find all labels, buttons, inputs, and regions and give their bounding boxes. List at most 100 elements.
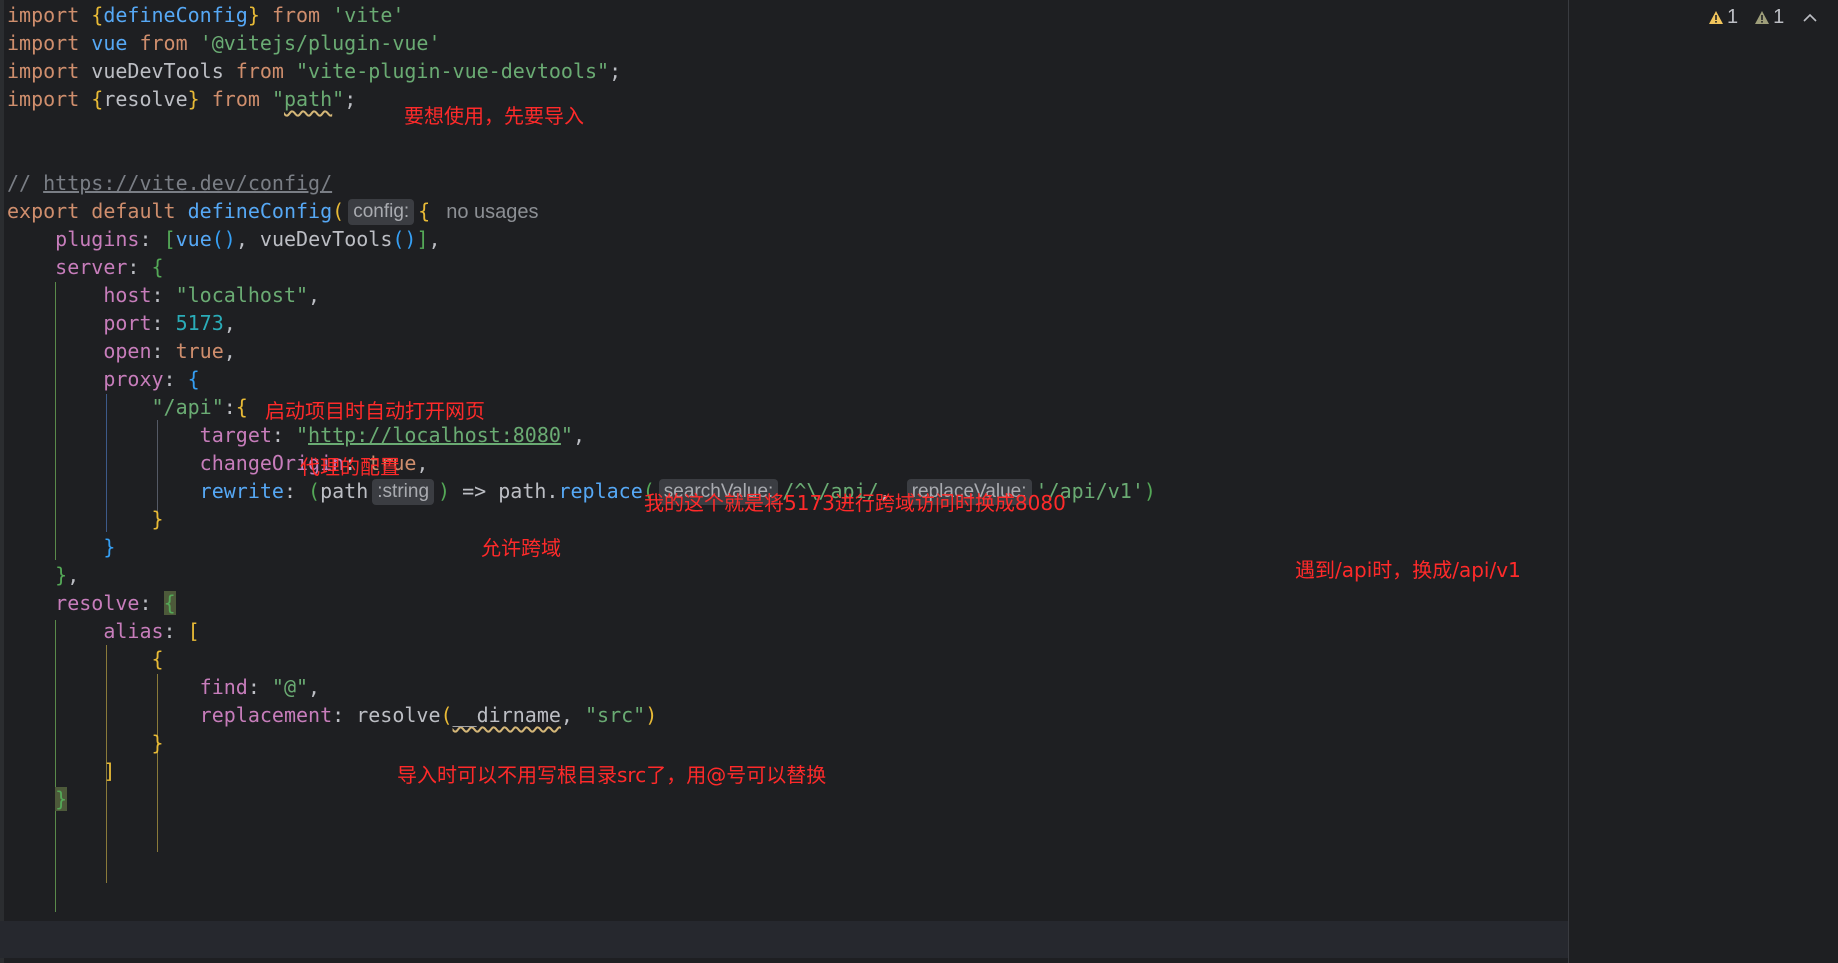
token: ] [103,759,116,783]
docs-link[interactable]: https://vite.dev/config/ [43,171,332,195]
token: [ [163,227,176,251]
token: ) [438,479,451,503]
code-editor[interactable]: import {defineConfig} from 'vite' import… [0,0,1568,963]
parameter-hint: config: [348,199,415,225]
token: import [7,31,80,55]
token: { [187,367,200,391]
token: from [139,31,188,55]
token: " [271,87,284,111]
usages-hint[interactable]: no usages [446,201,538,223]
token: proxy [103,367,164,391]
token: import [7,87,80,111]
token: ; [344,87,357,111]
token: resolve [103,87,188,111]
token: { [235,395,248,419]
weak-warning-triangle-icon [1755,10,1770,24]
warning-count: 1 [1727,6,1739,28]
token: port [103,311,152,335]
warning-counter[interactable]: 1 [1708,6,1738,29]
type-hint: :string [372,479,435,505]
token: , [67,563,80,587]
token: resolve [55,591,140,615]
token: '@vitejs/plugin-vue' [199,31,441,55]
token: path [320,479,369,503]
token: vueDevTools [91,59,224,83]
target-url-link[interactable]: http://localhost:8080 [308,423,561,447]
annotation-rewrite: 遇到/api时，换成/api/v1 [1295,558,1521,582]
code-line-29: } [7,784,68,817]
token: "src" [585,703,646,727]
token: : [332,703,357,727]
token: defineConfig [187,199,333,223]
token: path [284,87,333,111]
token: 5173 [175,311,224,335]
token: import [7,3,80,27]
token: , [235,227,260,251]
chevron-up-icon[interactable] [1800,8,1820,28]
token: ( [440,703,453,727]
token: : [151,311,176,335]
annotation-alias: 导入时可以不用写根目录src了，用@号可以替换 [397,763,827,787]
token: { [151,255,164,279]
token: , [428,227,441,251]
token: : [139,227,164,251]
token: : [247,675,272,699]
token: { [91,3,104,27]
token: open [103,339,152,363]
token: : [151,339,176,363]
token: , [308,675,321,699]
annotation-proxy: 代理的配置 [300,455,400,479]
token: defineConfig [103,3,248,27]
token: } [151,507,164,531]
token: , [560,703,586,727]
token: , [223,311,236,335]
token: ) [1143,479,1156,503]
token: () [392,227,417,251]
matched-bracket: } [55,787,68,811]
token: __dirname [452,703,561,727]
token: host [103,283,152,307]
warning-triangle-icon [1709,10,1723,24]
token: target [199,423,272,447]
token: default [91,199,176,223]
token: ( [332,199,345,223]
token: } [55,563,68,587]
token: path. [498,479,559,503]
token: true [175,339,224,363]
token: replacement [199,703,333,727]
token: "@" [271,675,309,699]
token: } [247,3,260,27]
token: vue [175,227,212,251]
token: ) [645,703,658,727]
token: : [139,591,164,615]
token: "localhost" [175,283,309,307]
weak-warning-counter[interactable]: 1 [1754,6,1784,29]
token: resolve [356,703,441,727]
token: server [55,255,128,279]
token: alias [103,619,164,643]
token: { [418,199,431,223]
token: " [560,423,573,447]
editor-gutter-edge [0,0,4,963]
inspection-widget[interactable]: 1 1 [1708,6,1820,29]
